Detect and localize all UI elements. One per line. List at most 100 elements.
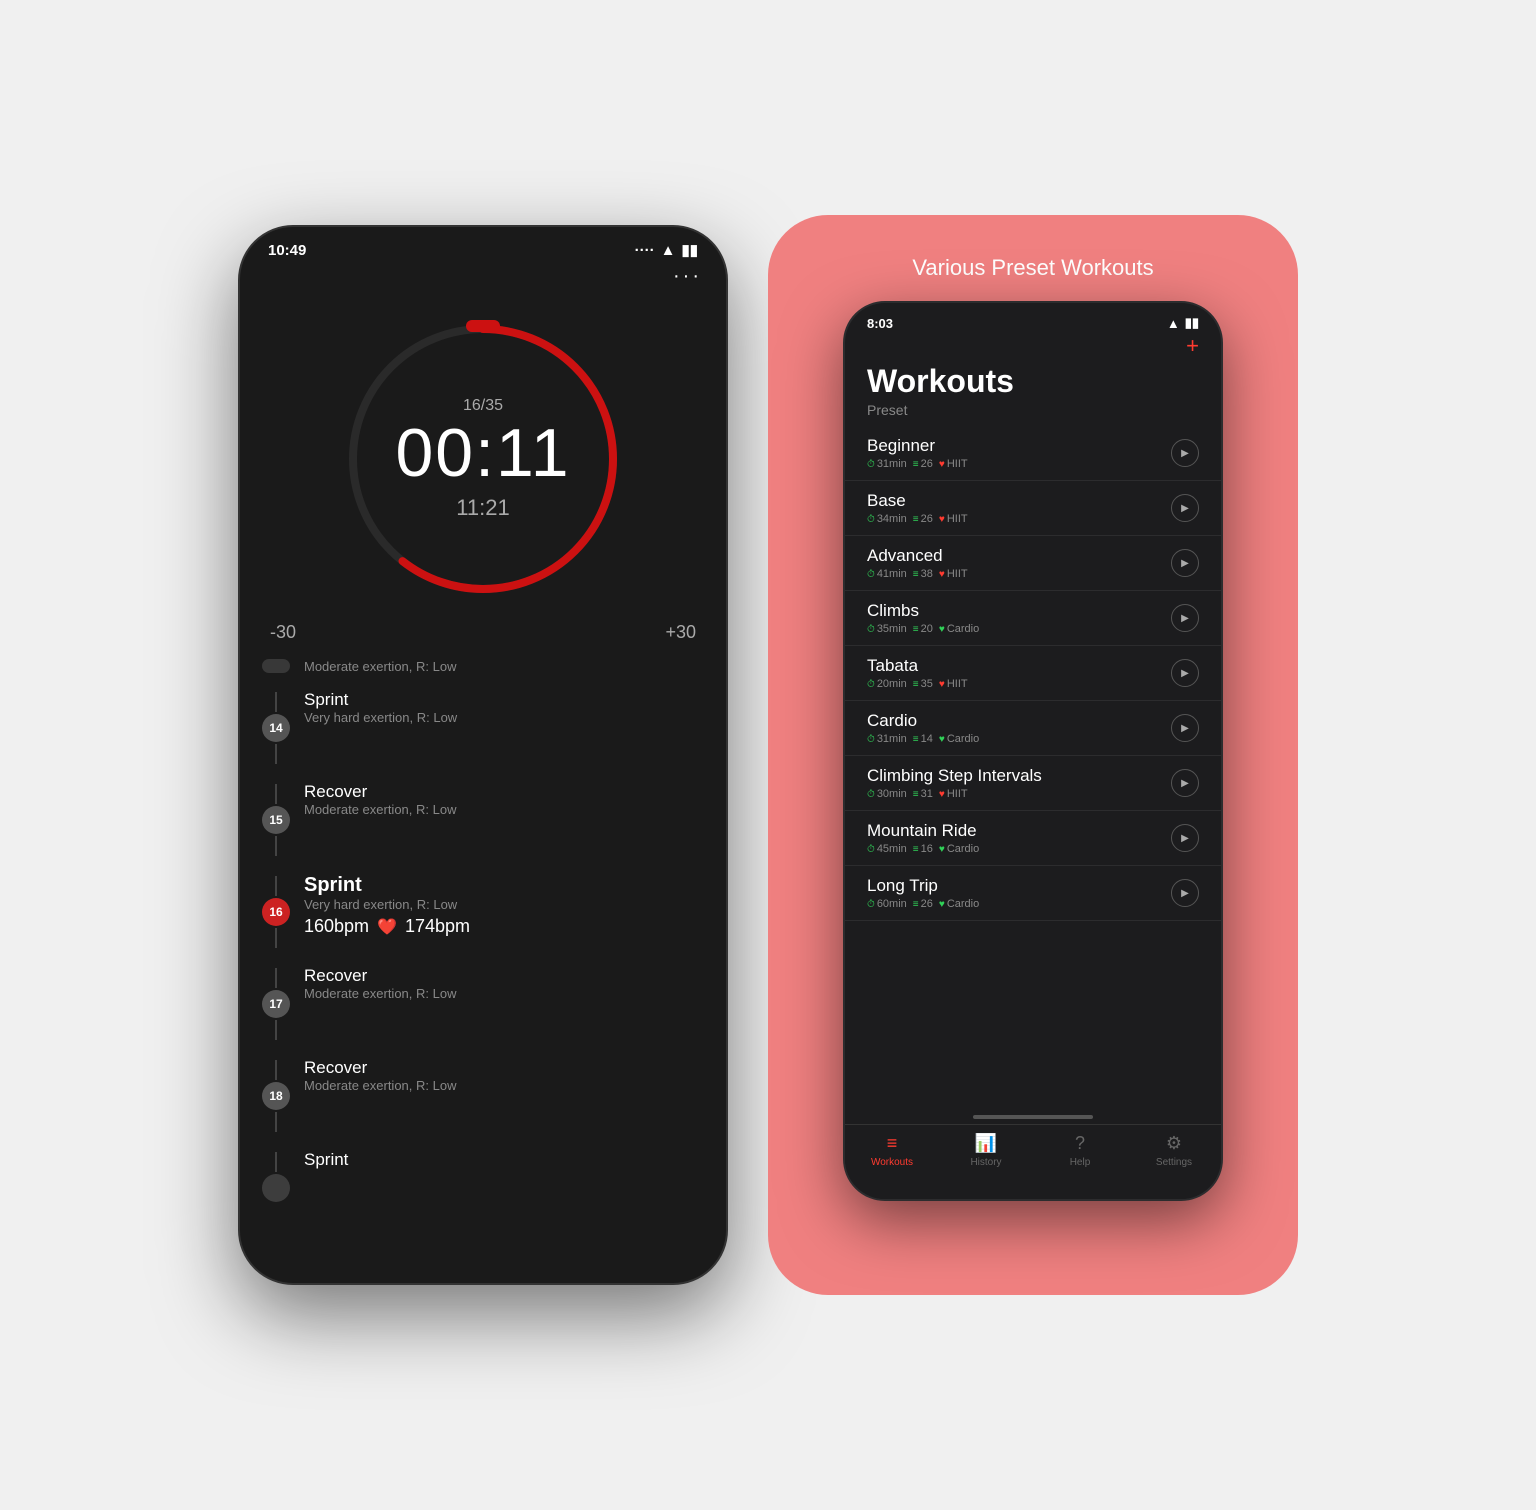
workouts-title: Workouts — [845, 361, 1221, 400]
steps-icon: ≡ — [913, 844, 919, 855]
tab-history[interactable]: 📊 History — [939, 1133, 1033, 1168]
workout-row[interactable]: Beginner ⏱ 31min ≡ 26 ♥ HIIT ▶ — [845, 426, 1221, 481]
type-icon: ♥ — [939, 459, 945, 470]
meta-type: ♥ Cardio — [939, 898, 979, 910]
workout-row[interactable]: Mountain Ride ⏱ 45min ≡ 16 ♥ Cardio ▶ — [845, 811, 1221, 866]
dots-menu[interactable]: ··· — [240, 259, 726, 294]
clock-icon: ⏱ — [867, 844, 875, 855]
meta-time: ⏱ 45min — [867, 843, 907, 855]
workout-meta: ⏱ 60min ≡ 26 ♥ Cardio — [867, 898, 979, 910]
steps-icon: ≡ — [913, 734, 919, 745]
promo-title: Various Preset Workouts — [912, 255, 1153, 281]
settings-tab-icon: ⚙ — [1166, 1133, 1182, 1154]
meta-type: ♥ HIIT — [939, 513, 968, 525]
play-button[interactable]: ▶ — [1171, 769, 1199, 797]
bpm-left: 160bpm — [304, 916, 369, 937]
time-display-right: 8:03 — [867, 316, 893, 331]
wifi-icon: ▲ — [661, 242, 676, 259]
right-phone: 8:03 ▲ ▮▮ + Workouts Preset Beginner ⏱ 3… — [843, 301, 1223, 1201]
tab-help[interactable]: ? Help — [1033, 1133, 1127, 1168]
step-desc: Very hard exertion, R: Low — [304, 710, 706, 725]
clock-icon: ⏱ — [867, 569, 875, 580]
workout-rows-container: Beginner ⏱ 31min ≡ 26 ♥ HIIT ▶ Base ⏱ 34… — [845, 426, 1221, 921]
play-button[interactable]: ▶ — [1171, 494, 1199, 522]
meta-steps: ≡ 20 — [913, 623, 933, 635]
workout-meta: ⏱ 31min ≡ 14 ♥ Cardio — [867, 733, 979, 745]
clock-icon: ⏱ — [867, 679, 875, 690]
main-time: 00:11 — [395, 419, 570, 487]
battery-icon-right: ▮▮ — [1185, 315, 1199, 331]
play-button[interactable]: ▶ — [1171, 714, 1199, 742]
steps-icon: ≡ — [913, 899, 919, 910]
history-tab-icon: 📊 — [975, 1133, 997, 1154]
workout-name: Cardio — [867, 711, 979, 731]
meta-type: ♥ Cardio — [939, 623, 979, 635]
clock-icon: ⏱ — [867, 624, 875, 635]
list-item[interactable]: 15 Recover Moderate exertion, R: Low — [260, 774, 706, 866]
workout-meta: ⏱ 34min ≡ 26 ♥ HIIT — [867, 513, 968, 525]
clock-icon: ⏱ — [867, 734, 875, 745]
play-button[interactable]: ▶ — [1171, 604, 1199, 632]
tab-settings[interactable]: ⚙ Settings — [1127, 1133, 1221, 1168]
workout-row[interactable]: Base ⏱ 34min ≡ 26 ♥ HIIT ▶ — [845, 481, 1221, 536]
play-button[interactable]: ▶ — [1171, 879, 1199, 907]
workout-row[interactable]: Climbing Step Intervals ⏱ 30min ≡ 31 ♥ H… — [845, 756, 1221, 811]
meta-time: ⏱ 60min — [867, 898, 907, 910]
play-button[interactable]: ▶ — [1171, 659, 1199, 687]
workout-meta: ⏱ 20min ≡ 35 ♥ HIIT — [867, 678, 968, 690]
status-bar-left: 10:49 ···· ▲ ▮▮ — [240, 227, 726, 259]
meta-steps: ≡ 31 — [913, 788, 933, 800]
type-icon: ♥ — [939, 789, 945, 800]
meta-steps: ≡ 26 — [913, 513, 933, 525]
step-connector: 16 — [260, 874, 292, 950]
step-desc: Very hard exertion, R: Low — [304, 897, 706, 912]
meta-steps: ≡ 26 — [913, 898, 933, 910]
play-button[interactable]: ▶ — [1171, 549, 1199, 577]
workout-name: Base — [867, 491, 968, 511]
timer-inner: 16/35 00:11 11:21 — [395, 397, 570, 521]
list-item[interactable]: 17 Recover Moderate exertion, R: Low — [260, 958, 706, 1050]
left-phone: 10:49 ···· ▲ ▮▮ ··· 16/35 00:11 11:21 — [238, 225, 728, 1285]
plus-button[interactable]: + — [845, 331, 1221, 361]
workout-row-left: Climbs ⏱ 35min ≡ 20 ♥ Cardio — [867, 601, 979, 635]
list-item[interactable]: 14 Sprint Very hard exertion, R: Low — [260, 682, 706, 774]
step-content: Sprint — [304, 1150, 706, 1170]
workout-row-left: Advanced ⏱ 41min ≡ 38 ♥ HIIT — [867, 546, 968, 580]
workout-row[interactable]: Climbs ⏱ 35min ≡ 20 ♥ Cardio ▶ — [845, 591, 1221, 646]
meta-steps: ≡ 16 — [913, 843, 933, 855]
meta-type: ♥ Cardio — [939, 843, 979, 855]
workout-name: Tabata — [867, 656, 968, 676]
workout-row-left: Beginner ⏱ 31min ≡ 26 ♥ HIIT — [867, 436, 968, 470]
list-item[interactable]: 18 Recover Moderate exertion, R: Low — [260, 1050, 706, 1142]
steps-icon: ≡ — [913, 514, 919, 525]
adjust-row: -30 +30 — [240, 614, 726, 651]
meta-time: ⏱ 31min — [867, 458, 907, 470]
workout-row[interactable]: Cardio ⏱ 31min ≡ 14 ♥ Cardio ▶ — [845, 701, 1221, 756]
plus-adjust[interactable]: +30 — [665, 622, 696, 643]
list-item: Sprint — [260, 1142, 706, 1210]
meta-steps: ≡ 14 — [913, 733, 933, 745]
partial-circle — [262, 1174, 290, 1202]
lap-count: 16/35 — [395, 397, 570, 415]
step-content: Recover Moderate exertion, R: Low — [304, 966, 706, 1001]
step-number: 17 — [262, 990, 290, 1018]
workout-row[interactable]: Advanced ⏱ 41min ≡ 38 ♥ HIIT ▶ — [845, 536, 1221, 591]
step-name: Recover — [304, 782, 706, 802]
timer-area: 16/35 00:11 11:21 -30 +30 — [240, 294, 726, 651]
tab-workouts[interactable]: ≡ Workouts — [845, 1133, 939, 1168]
workout-meta: ⏱ 30min ≡ 31 ♥ HIIT — [867, 788, 1042, 800]
step-name: Sprint — [304, 690, 706, 710]
workout-row[interactable]: Tabata ⏱ 20min ≡ 35 ♥ HIIT ▶ — [845, 646, 1221, 701]
play-button[interactable]: ▶ — [1171, 439, 1199, 467]
workout-row[interactable]: Long Trip ⏱ 60min ≡ 26 ♥ Cardio ▶ — [845, 866, 1221, 921]
workout-row-left: Mountain Ride ⏱ 45min ≡ 16 ♥ Cardio — [867, 821, 979, 855]
play-button[interactable]: ▶ — [1171, 824, 1199, 852]
step-name-active: Sprint — [304, 874, 706, 897]
meta-time: ⏱ 31min — [867, 733, 907, 745]
minus-adjust[interactable]: -30 — [270, 622, 296, 643]
type-icon: ♥ — [939, 844, 945, 855]
steps-icon: ≡ — [913, 789, 919, 800]
steps-icon: ≡ — [913, 679, 919, 690]
list-item-active[interactable]: 16 Sprint Very hard exertion, R: Low 160… — [260, 866, 706, 958]
signal-dots: ···· — [635, 242, 655, 259]
